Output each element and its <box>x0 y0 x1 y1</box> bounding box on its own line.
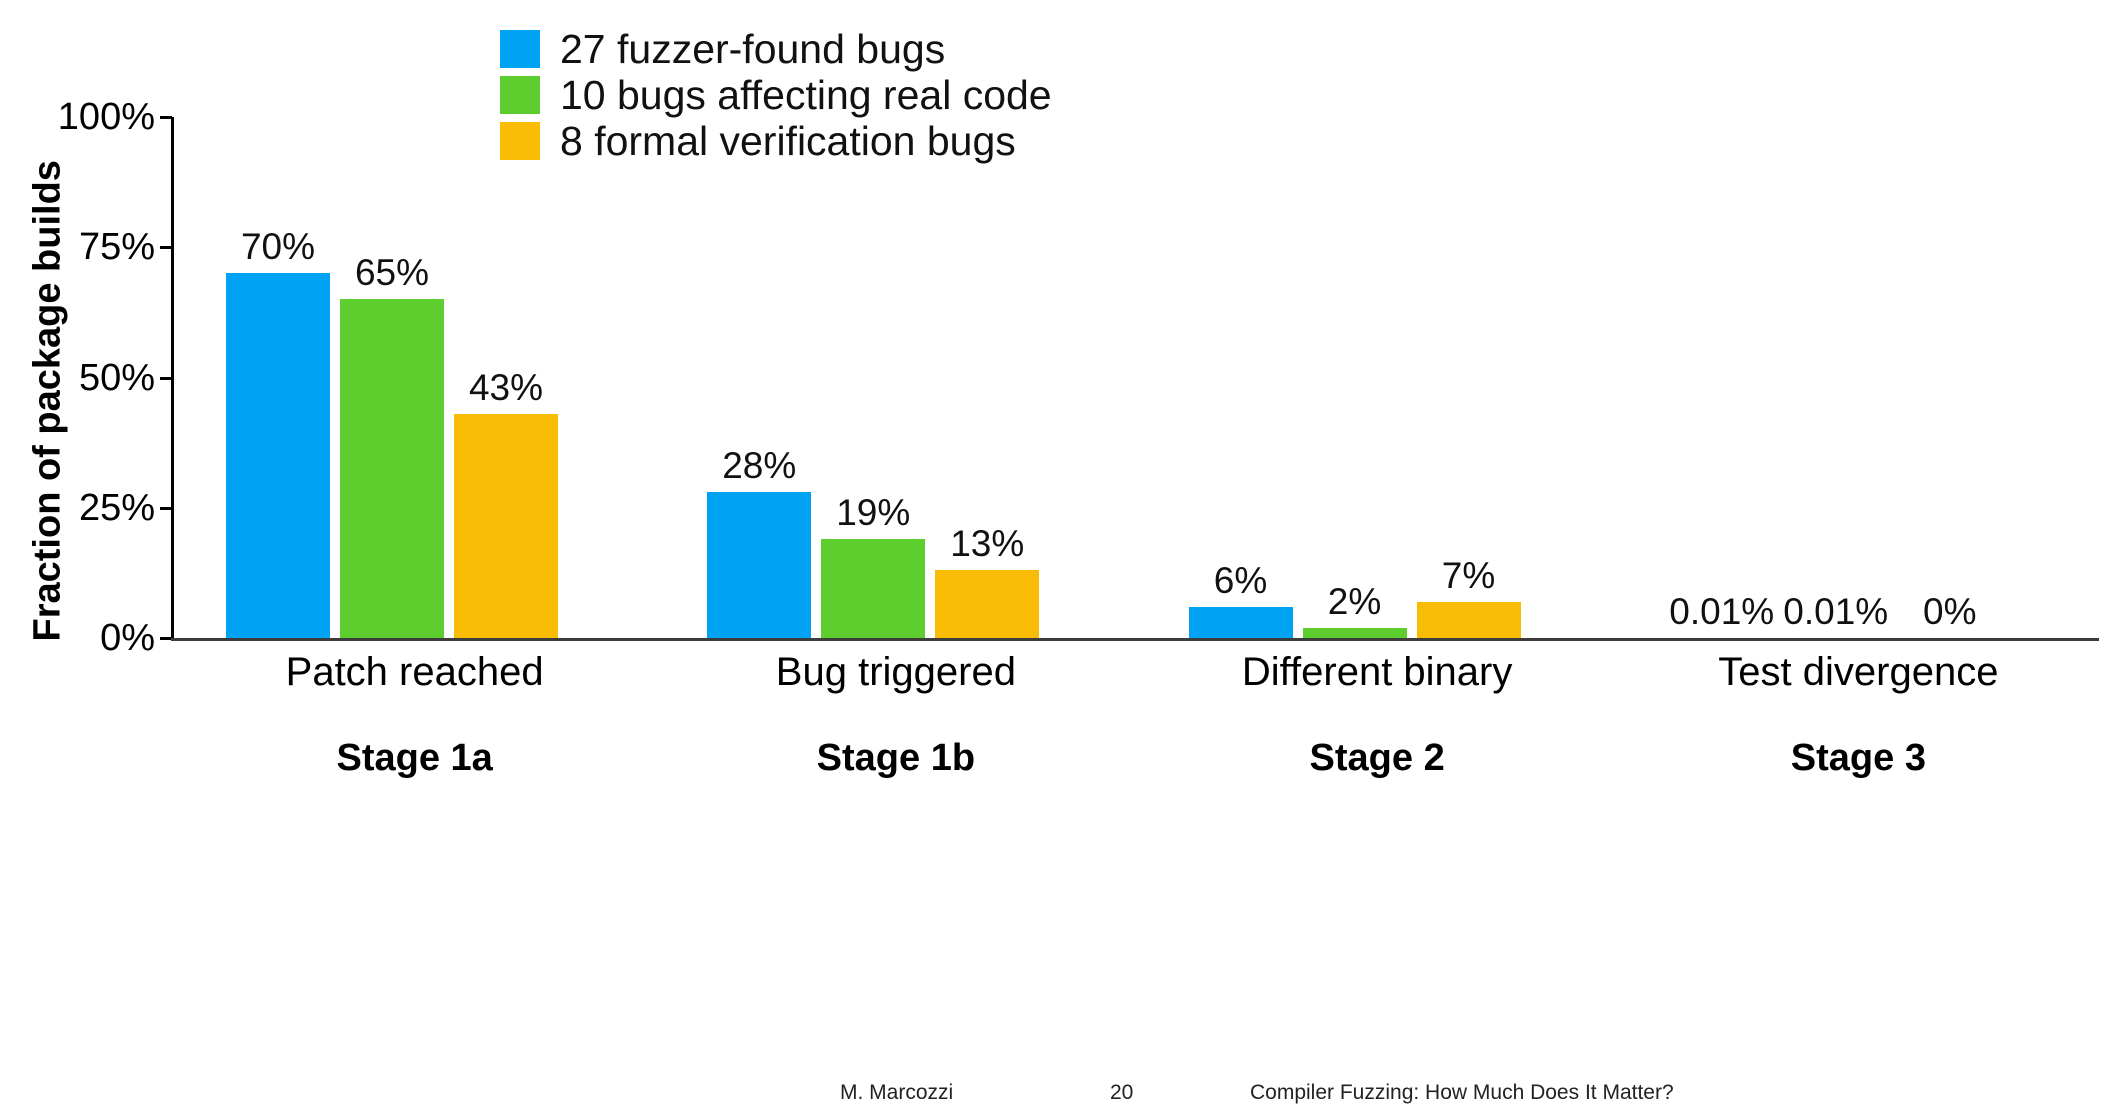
bar-item: 0.01% <box>1669 117 1775 638</box>
y-axis-tick-label: 25% <box>78 486 155 529</box>
bar-item: 28% <box>707 117 812 638</box>
x-axis-line <box>171 638 2099 641</box>
bar[interactable] <box>1416 601 1521 638</box>
bar-group: 70% 65% 43% <box>174 117 655 638</box>
bar-value-label: 2% <box>1327 580 1382 622</box>
bar-value-label: 7% <box>1441 554 1496 596</box>
bar-item: 0% <box>1898 117 2002 638</box>
footer-author: M. Marcozzi <box>840 1081 954 1104</box>
slide-footer: M. Marcozzi 20 Compiler Fuzzing: How Muc… <box>0 1078 2126 1120</box>
y-axis-tick-label: 0% <box>100 617 155 659</box>
bar-value-label: 0% <box>1923 591 1977 632</box>
bar-value-label: 28% <box>722 445 797 487</box>
bar-group: 28% 19% 13% <box>655 117 1136 638</box>
bar[interactable] <box>821 539 926 638</box>
bar-item: 2% <box>1302 117 1407 638</box>
x-axis-category: Patch reached Stage 1a <box>174 648 655 780</box>
x-axis-category-label: Test divergence <box>1718 650 1999 694</box>
x-axis-category: Bug triggered Stage 1b <box>655 648 1136 780</box>
bars-area: 70% 65% 43% 28% 19% 13% 6% 2% 7% 0.01% 0.01% 0% <box>174 117 2099 638</box>
bar-value-label: 65% <box>354 252 430 294</box>
bar[interactable] <box>340 299 444 638</box>
x-axis-category-label: Bug triggered <box>775 650 1016 694</box>
x-axis-category: Test divergence Stage 3 <box>1618 648 2099 780</box>
bar-value-label: 70% <box>240 226 316 268</box>
footer-page-number: 20 <box>1110 1081 1134 1104</box>
bar-item: 43% <box>454 117 558 638</box>
x-axis-stage-label: Stage 2 <box>1309 737 1445 779</box>
bar-value-label: 0.01% <box>1783 590 1889 632</box>
x-axis-categories: Patch reached Stage 1a Bug triggered Stage … <box>174 648 2099 828</box>
x-axis-stage-label: Stage 1a <box>336 737 493 779</box>
bar-value-label: 19% <box>836 492 911 534</box>
bar-value-label: 0.01% <box>1669 590 1775 632</box>
y-axis-ticks: 0% 25% 50% 75% 100% <box>0 0 172 1040</box>
bar-value-label: 6% <box>1213 559 1268 601</box>
bar-item: 70% <box>226 117 330 638</box>
bar[interactable] <box>1188 606 1293 638</box>
bar-item: 7% <box>1416 117 1521 638</box>
bar[interactable] <box>935 570 1040 638</box>
bar-group: 0.01% 0.01% 0% <box>1618 117 2099 638</box>
bar-item: 13% <box>935 117 1040 638</box>
x-axis-stage-label: Stage 3 <box>1790 737 1926 779</box>
x-axis-category-label: Patch reached <box>285 650 544 694</box>
bar-value-label: 13% <box>950 523 1025 565</box>
bar-item: 65% <box>340 117 444 638</box>
x-axis-category-label: Different binary <box>1241 650 1513 694</box>
footer-title: Compiler Fuzzing: How Much Does It Matte… <box>1250 1081 1674 1104</box>
x-axis-category: Different binary Stage 2 <box>1137 648 1618 780</box>
bar[interactable] <box>226 273 330 638</box>
bar[interactable] <box>454 413 558 638</box>
bar[interactable] <box>1302 627 1407 638</box>
y-axis-tick-label: 75% <box>78 226 155 269</box>
y-axis-tick-label: 100% <box>57 96 155 138</box>
bar-value-label: 43% <box>468 366 544 408</box>
bar-group: 6% 2% 7% <box>1137 117 1618 638</box>
bar-item: 19% <box>821 117 926 638</box>
x-axis-stage-label: Stage 1b <box>816 737 976 779</box>
bar-item: 0.01% <box>1783 117 1889 638</box>
y-axis-tick-label: 50% <box>78 356 155 399</box>
bar-item: 6% <box>1188 117 1293 638</box>
bar[interactable] <box>707 492 812 638</box>
bar-chart: Fraction of package builds 0% 25% 50% 75% 10… <box>0 0 2126 1040</box>
